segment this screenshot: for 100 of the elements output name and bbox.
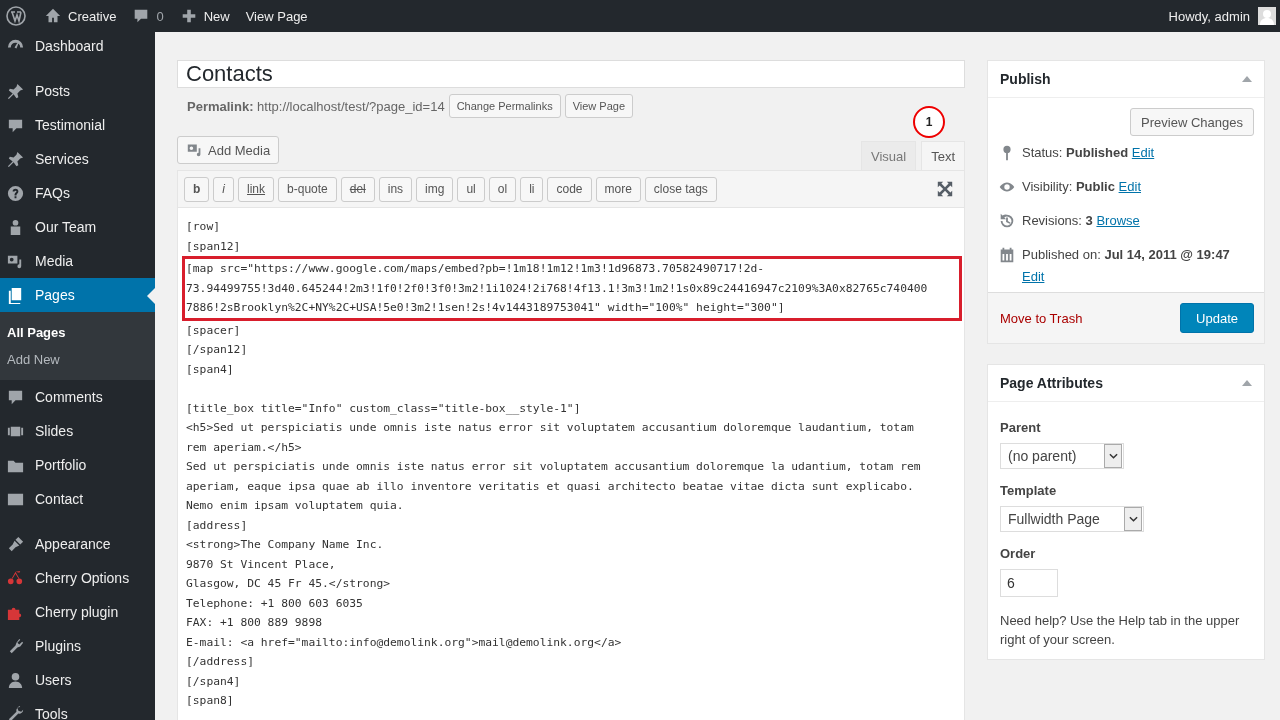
move-to-trash-link[interactable]: Move to Trash (1000, 310, 1083, 326)
code-line: Telephone: +1 800 603 6035 (186, 595, 364, 612)
quicktag-button[interactable]: b-quote (278, 176, 337, 202)
quicktag-button[interactable]: code (547, 176, 592, 202)
greeting-link[interactable]: Howdy, admin (1160, 8, 1258, 24)
menu-item[interactable]: Slides (0, 414, 155, 448)
comments-link[interactable]: 0 (124, 7, 172, 25)
menu-item[interactable]: Tools (0, 697, 155, 720)
menu-item[interactable]: Comments (0, 380, 155, 414)
menu-item[interactable]: Posts (0, 74, 155, 108)
callout-marker: 1 (913, 106, 945, 138)
code-line: [title_box title="Info" custom_class="title-box__style-1"] (186, 400, 582, 417)
code-line: Sed ut perspiciatis unde omnis iste natus error sit voluptatem accusantium doloremque la udantium, totam rem (186, 459, 922, 475)
code-line: <strong>The Company Name Inc. (186, 537, 385, 553)
code-line: 9870 St Vincent Place, (186, 556, 337, 573)
caret-icon (1108, 453, 1118, 459)
code-line: 73.94499755!3d40.645244!2m3!1f0!2f0!3f0!3m2!1i1024!2i768!4f13.1!3m3!1m2!1s0x89c24416947c2109%3A0x82765c740400 (186, 280, 929, 297)
wordpress-logo-icon[interactable] (6, 6, 26, 26)
menu-icon (6, 670, 25, 690)
quicktag-button[interactable]: ins (378, 176, 413, 202)
title-field[interactable]: Contacts (177, 60, 965, 88)
fullscreen-icon[interactable] (936, 180, 954, 198)
site-name: Creative (68, 8, 117, 24)
publish-link[interactable]: Edit (1022, 269, 1045, 284)
menu-item[interactable]: Media (0, 244, 155, 278)
menu-item[interactable]: Our Team (0, 210, 155, 244)
publish-info: Status: Published (1022, 145, 1129, 160)
quicktag-button[interactable]: link (238, 176, 275, 202)
permalink-text: Permalink: http://localhost/test/?page_id=14 (187, 98, 445, 114)
permalink-button[interactable]: View Page (564, 94, 634, 118)
home-icon (44, 7, 62, 25)
add-media-button[interactable]: Add Media (177, 136, 280, 164)
order-field[interactable]: 6 (1000, 569, 1058, 597)
quicktag-button[interactable]: del (340, 176, 375, 202)
menu-item[interactable]: Users (0, 663, 155, 697)
editor-tab[interactable]: Text (921, 141, 965, 170)
quicktag-button[interactable]: b (184, 176, 210, 202)
publish-info: Revisions: 3 (1022, 213, 1093, 228)
collapse-icon[interactable] (1242, 380, 1252, 386)
code-line: [spacer] (186, 322, 242, 339)
box-title: Page Attributes (1000, 375, 1103, 391)
menu-item[interactable]: FAQs (0, 176, 155, 210)
quicktag-button[interactable]: li (520, 176, 544, 202)
code-line: Glasgow, DC 45 Fr 45.</strong> (186, 576, 392, 592)
parent-select[interactable]: (no parent) (1000, 443, 1124, 469)
menu-item[interactable]: Contact (0, 482, 155, 516)
menu-item[interactable]: Testimonial (0, 108, 155, 142)
publish-info: Published on: Jul 14, 2011 @ 19:47 (1022, 247, 1230, 262)
code-line: aperiam, eaque ipsa quae ab illo inventore veritatis et quasi architecto beatae vitae dicta sunt explicabo. (186, 478, 915, 495)
quicktag-button[interactable]: close tags (644, 176, 717, 202)
menu-icon (6, 81, 25, 101)
help-text: Need help? Use the Help tab in the upper right of your screen. (1000, 612, 1241, 649)
code-line: [/span12] (186, 342, 249, 358)
code-line: FAX: +1 800 889 9898 (186, 615, 324, 631)
menu-item[interactable]: Services (0, 142, 155, 176)
editor-tab[interactable]: Visual (860, 141, 917, 170)
comment-count: 0 (156, 8, 164, 24)
menu-item[interactable]: Dashboard (0, 29, 155, 63)
code-line: E-mail: <a href="mailto:info@demolink.org">mail@demolink.org</a> (186, 634, 623, 651)
template-select[interactable]: Fullwidth Page (1000, 506, 1144, 532)
quicktag-button[interactable]: ul (457, 176, 485, 202)
menu-icon (6, 149, 25, 169)
menu-item[interactable]: Plugins (0, 629, 155, 663)
code-line: [span12] (186, 238, 242, 255)
view-page-link[interactable]: View Page (237, 8, 316, 24)
menu-icon (6, 704, 25, 720)
menu-item[interactable]: Pages (0, 278, 155, 312)
publish-link[interactable]: Edit (1118, 179, 1141, 194)
publish-link[interactable]: Browse (1096, 213, 1140, 228)
update-button[interactable]: Update (1180, 303, 1254, 333)
field-label: Order (1000, 546, 1037, 561)
code-line: 7886!2sBrooklyn%2C+NY%2C+USA!5e0!3m2!1sen!2s!4v1443189753041" width="100%" height="300"] (186, 300, 786, 316)
publish-link[interactable]: Edit (1131, 145, 1155, 160)
permalink-button[interactable]: Change Permalinks (448, 94, 561, 118)
code-line: [/address] (186, 654, 255, 670)
publish-row-icon (998, 212, 1016, 230)
quicktag-button[interactable]: more (595, 176, 641, 202)
quicktag-button[interactable]: i (213, 176, 234, 202)
code-line: [map src="https://www.google.com/maps/embed?pb=!1m18!1m12!1m3!1d96873.70582490717!2d- (186, 261, 766, 277)
submenu-item[interactable]: Add New (0, 346, 155, 373)
code-line: [address] (186, 517, 249, 534)
code-line: Nemo enim ipsam voluptatem quia. (186, 498, 405, 514)
code-line: [row] (186, 219, 221, 235)
menu-item[interactable]: Cherry plugin (0, 595, 155, 629)
site-name-link[interactable]: Creative (36, 7, 125, 25)
new-link[interactable]: New (171, 7, 238, 25)
avatar-icon[interactable] (1258, 7, 1276, 25)
code-line: [span4] (186, 361, 235, 378)
submenu-item[interactable]: All Pages (0, 319, 155, 346)
quicktag-button[interactable]: ol (488, 176, 517, 202)
code-line: [span8] (186, 693, 235, 709)
caret-icon (1128, 516, 1138, 522)
quicktag-button[interactable]: img (416, 176, 454, 202)
menu-icon (6, 183, 25, 203)
preview-changes-button[interactable]: Preview Changes (1130, 108, 1254, 136)
menu-item[interactable]: Cherry Options (0, 561, 155, 595)
menu-item[interactable]: Appearance (0, 527, 155, 561)
collapse-icon[interactable] (1242, 76, 1252, 82)
menu-item[interactable]: Portfolio (0, 448, 155, 482)
code-line: <h5>Sed ut perspiciatis unde omnis iste natus error sit voluptatem accusantium doloremque laudantium, totam (186, 420, 915, 436)
